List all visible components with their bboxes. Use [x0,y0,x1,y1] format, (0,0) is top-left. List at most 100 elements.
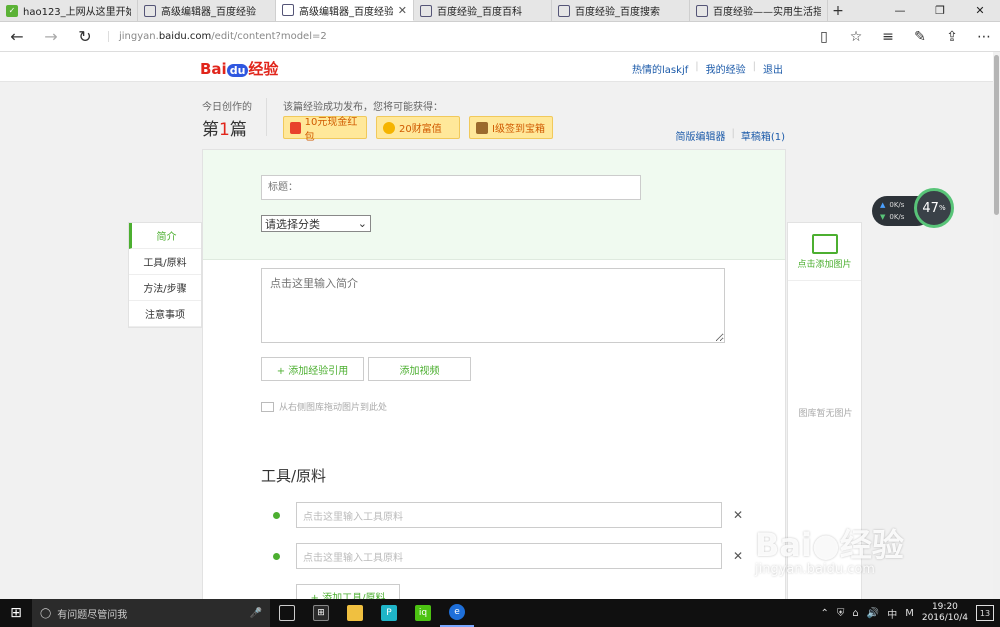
baidu-jingyan-logo[interactable]: Bai du 经验 [200,58,278,79]
tab-title: 百度经验_百度搜索 [575,7,660,18]
section-nav: 简介 工具/原料 方法/步骤 注意事项 [128,222,202,328]
network-icon[interactable]: ⌂ [852,608,858,619]
new-tab-button[interactable]: + [828,0,848,21]
title-input[interactable] [261,175,641,200]
url-field[interactable]: jingyan.baidu.com/edit/content?model=2 [108,31,327,42]
back-arrow-icon[interactable]: ← [0,22,34,52]
username-link[interactable]: 热情的laskjf [632,61,688,76]
ime-indicator[interactable]: 中 [887,606,897,621]
volume-icon[interactable]: 🔊 [867,608,879,619]
tab-search[interactable]: 百度经验_百度搜索 [552,0,690,21]
network-speed-widget[interactable]: ▲ 0K/s ▼ 0K/s 47% [872,188,954,230]
url-path: /edit/content?model=2 [211,31,327,42]
scrollbar-thumb[interactable] [994,55,999,215]
forward-arrow-icon[interactable]: → [34,22,68,52]
share-icon[interactable]: ⇪ [936,29,968,45]
drafts-link[interactable]: 草稿箱(1) [741,128,785,143]
separator: | [731,128,735,139]
intro-textarea[interactable] [261,268,725,343]
tab-baike[interactable]: 百度经验_百度百科 [414,0,552,21]
tab-editor-1[interactable]: 高级编辑器_百度经验 [138,0,276,21]
cortana-search-box[interactable]: ◯ 有问题尽管问我 🎤 [32,599,270,627]
windows-start-icon[interactable]: ⊞ [0,599,32,627]
ime-mode-icon[interactable]: M [905,608,914,619]
minimize-icon[interactable]: — [880,0,920,21]
page-icon [696,4,708,17]
close-tab-icon[interactable]: ✕ [398,4,407,17]
tab-guide[interactable]: 百度经验——实用生活指南 [690,0,828,21]
microphone-icon[interactable]: 🎤 [250,608,262,619]
reward-wealth[interactable]: 20财富值 [376,116,460,139]
search-placeholder: 有问题尽管问我 [57,609,128,621]
watermark-suffix: 经验 [839,526,904,564]
reward-red-packet[interactable]: 10元现金红包 [283,116,367,143]
reward-treasure-box[interactable]: I级签到宝箱 [469,116,553,139]
tool-row: 点击这里输入工具原料 ✕ [261,502,743,528]
tab-title: 百度经验_百度百科 [437,7,522,18]
hub-icon[interactable]: ≡ [872,29,904,45]
file-explorer-icon[interactable] [338,599,372,627]
category-select[interactable]: 请选择分类 ⌄ [261,215,371,232]
baidu-watermark: Bai●经验 jingyan.baidu.com [755,520,995,600]
nav-intro[interactable]: 简介 [129,223,201,249]
add-image-button[interactable]: 点击添加图片 [788,223,861,281]
favorite-star-icon[interactable]: ☆ [840,29,872,45]
clock-date: 2016/10/4 [921,613,968,623]
store-icon[interactable]: ⊞ [304,599,338,627]
logo-suffix: 经验 [248,60,279,78]
task-view-icon[interactable] [270,599,304,627]
drag-hint-text: 从右侧图库拖动图片到此处 [279,403,388,413]
security-shield-icon[interactable]: ⛨ [837,608,845,619]
tab-hao123[interactable]: ✓ hao123_上网从这里开始 [0,0,138,21]
watermark-text: Bai [755,526,812,564]
store-glyph: ⊞ [313,605,329,621]
count-suffix: 篇 [229,120,247,140]
page-icon [558,4,570,17]
pps-app-icon[interactable]: P [372,599,406,627]
notification-center-icon[interactable]: 13 [976,605,994,621]
drag-image-hint: 从右侧图库拖动图片到此处 [261,400,387,413]
folder-glyph [347,605,363,621]
tab-editor-2[interactable]: 高级编辑器_百度经验 ✕ [276,0,414,21]
reading-view-icon[interactable]: ▯ [808,29,840,45]
browser-toolbar: ▯ ☆ ≡ ✎ ⇪ ⋯ [808,29,1000,45]
nav-tools[interactable]: 工具/原料 [129,249,201,275]
reward-text: 20财富值 [399,124,442,135]
tab-strip: ✓ hao123_上网从这里开始 高级编辑器_百度经验 高级编辑器_百度经验 ✕… [0,0,1000,22]
close-window-icon[interactable]: ✕ [960,0,1000,21]
add-video-button[interactable]: 添加视频 [368,357,471,381]
remove-icon[interactable]: ✕ [733,508,743,522]
nav-steps[interactable]: 方法/步骤 [129,275,201,301]
simple-editor-link[interactable]: 简版编辑器 [675,128,725,143]
treasure-box-icon [476,121,488,134]
refresh-icon[interactable]: ↻ [68,22,102,52]
user-links: 热情的laskjf | 我的经验 | 退出 [632,61,783,76]
logout-link[interactable]: 退出 [763,61,783,76]
memory-gauge: 47% [914,188,954,228]
page-icon [282,4,294,16]
add-image-label: 点击添加图片 [797,259,852,270]
clock[interactable]: 19:20 2016/10/4 [922,602,968,624]
page-icon [144,4,156,17]
page-viewport: Bai du 经验 热情的laskjf | 我的经验 | 退出 今日创作的 第1篇 … [0,52,993,599]
today-created-label: 今日创作的 [202,102,252,113]
web-note-icon[interactable]: ✎ [904,29,936,45]
nav-notes[interactable]: 注意事项 [129,301,201,327]
restore-icon[interactable]: ❐ [920,0,960,21]
gallery-empty-text: 图库暂无图片 [798,409,853,419]
add-tool-button[interactable]: + 添加工具/原料 [296,584,400,599]
upload-speed: ▲ 0K/s [880,201,904,209]
tool-input[interactable]: 点击这里输入工具原料 [296,543,722,569]
iqiyi-app-icon[interactable]: iq [406,599,440,627]
vertical-scrollbar[interactable] [993,52,1000,599]
my-experience-link[interactable]: 我的经验 [706,61,746,76]
edge-browser-icon[interactable]: e [440,599,474,627]
tool-input[interactable]: 点击这里输入工具原料 [296,502,722,528]
tray-expand-icon[interactable]: ⌃ [821,608,829,619]
download-value: 0K/s [889,213,905,221]
add-reference-button[interactable]: + 添加经验引用 [261,357,364,381]
more-icon[interactable]: ⋯ [968,29,1000,45]
logo-text: Bai [200,60,227,78]
remove-icon[interactable]: ✕ [733,549,743,563]
count-prefix: 第 [202,120,219,140]
